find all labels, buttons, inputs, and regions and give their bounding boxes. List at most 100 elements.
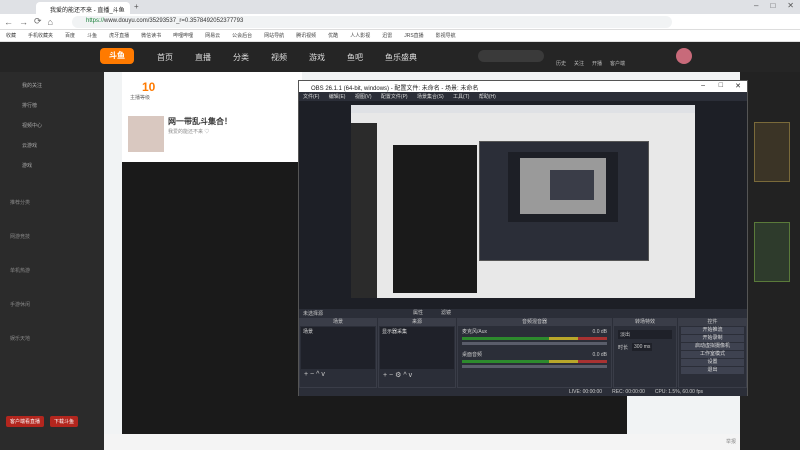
bookmark-item[interactable]: 哔哩哔哩 <box>173 32 193 39</box>
report-link[interactable]: 举报 <box>726 438 736 445</box>
down-icon[interactable]: v <box>409 372 413 379</box>
up-icon[interactable]: ^ <box>316 371 319 378</box>
mixer-channel-name: 麦克风/Aux <box>462 329 488 335</box>
promo-badge[interactable] <box>754 222 790 282</box>
obs-menu-item[interactable]: 帮助(H) <box>479 94 496 100</box>
browser-tab[interactable]: 我爱的能还不来 - 直播_斗鱼 <box>36 2 130 14</box>
site-search-input[interactable] <box>478 50 544 62</box>
bookmark-item[interactable]: 腾讯视频 <box>296 32 316 39</box>
obs-close-icon[interactable]: ✕ <box>735 82 741 90</box>
site-logo[interactable]: 斗鱼 <box>100 48 134 64</box>
reload-icon[interactable]: ⟳ <box>34 16 42 27</box>
add-icon[interactable]: + <box>383 372 387 379</box>
sidebar-section: 娱乐天地 <box>10 336 31 342</box>
bookmark-item[interactable]: 迅雷 <box>382 32 392 39</box>
nav-video[interactable]: 视频 <box>271 52 287 63</box>
transition-select[interactable]: 淡出 <box>618 330 672 339</box>
new-tab-icon[interactable]: + <box>134 2 139 11</box>
broadcast-link[interactable]: 开播 <box>592 60 602 67</box>
mixer-channel-db: 0.0 dB <box>592 328 607 335</box>
nav-yuba[interactable]: 鱼吧 <box>347 52 363 63</box>
audio-meter <box>462 360 607 363</box>
bookmark-item[interactable]: 斗鱼 <box>87 32 97 39</box>
obs-minimize-icon[interactable]: – <box>701 82 705 89</box>
bookmark-item[interactable]: 公会后台 <box>232 32 252 39</box>
bookmark-item[interactable]: 手机收藏夹 <box>28 32 53 39</box>
bookmark-item[interactable]: JRS直播 <box>404 32 423 39</box>
exit-button[interactable]: 退出 <box>681 367 744 374</box>
obs-maximize-icon[interactable]: □ <box>719 82 723 89</box>
properties-button[interactable]: 属性 <box>413 309 423 316</box>
bookmark-item[interactable]: 人人影视 <box>350 32 370 39</box>
down-icon[interactable]: v <box>321 371 325 378</box>
source-toolbar: 未选择源 属性 滤镜 <box>299 309 747 317</box>
start-streaming-button[interactable]: 开始推流 <box>681 327 744 334</box>
controls-dock-title: 控件 <box>679 319 746 326</box>
remove-icon[interactable]: − <box>389 372 393 379</box>
forward-icon[interactable]: → <box>19 17 28 27</box>
obs-menu-item[interactable]: 编辑(E) <box>329 94 346 100</box>
bookmark-item[interactable]: 网易云 <box>205 32 220 39</box>
minimize-icon[interactable]: – <box>754 1 758 10</box>
follow-link[interactable]: 关注 <box>574 60 584 67</box>
bookmark-item[interactable]: 优酷 <box>328 32 338 39</box>
cpu-status: CPU: 1.5%, 60.00 fps <box>654 389 703 395</box>
sidebar-item-rank[interactable]: 排行榜 <box>22 96 104 116</box>
app-download-button[interactable]: 下载斗鱼 <box>50 416 79 427</box>
nested-sidebar <box>351 123 377 298</box>
nested-browser-bar <box>351 105 695 113</box>
scene-item[interactable]: 场景 <box>303 328 373 335</box>
browser-tab-bar: 我爱的能还不来 - 直播_斗鱼 + – □ ✕ <box>0 0 800 14</box>
maximize-icon[interactable]: □ <box>770 1 775 10</box>
client-link[interactable]: 客户端 <box>610 60 625 67</box>
obs-title: OBS 26.1.1 (64-bit, windows) - 配置文件: 未命名… <box>311 86 479 92</box>
avatar[interactable] <box>676 48 692 64</box>
filters-button[interactable]: 滤镜 <box>441 309 451 316</box>
bookmark-item[interactable]: 百度 <box>65 32 75 39</box>
promo-badge[interactable] <box>754 122 790 182</box>
volume-slider[interactable] <box>462 365 607 368</box>
bookmark-item[interactable]: 微信读书 <box>141 32 161 39</box>
duration-input[interactable]: 300 ms <box>632 343 653 351</box>
obs-menu-item[interactable]: 文件(F) <box>303 94 319 100</box>
virtual-camera-button[interactable]: 启动虚拟摄像机 <box>681 343 744 350</box>
volume-slider[interactable] <box>462 342 607 345</box>
sidebar-section: 推荐分类 <box>10 200 31 206</box>
settings-button[interactable]: 设置 <box>681 359 744 366</box>
remove-icon[interactable]: − <box>310 371 314 378</box>
bookmark-item[interactable]: 网站导航 <box>264 32 284 39</box>
room-cover <box>128 116 164 152</box>
up-icon[interactable]: ^ <box>403 372 406 379</box>
source-item[interactable]: 显示器采集 <box>382 328 452 335</box>
back-icon[interactable]: ← <box>4 17 13 27</box>
bookmark-item[interactable]: 虎牙直播 <box>109 32 129 39</box>
obs-preview[interactable] <box>299 101 747 309</box>
close-icon[interactable]: ✕ <box>787 1 794 10</box>
start-recording-button[interactable]: 开始录制 <box>681 335 744 342</box>
nav-festival[interactable]: 鱼乐盛典 <box>385 52 417 63</box>
sidebar-item-video[interactable]: 视频中心 <box>22 116 104 136</box>
sidebar-item-game[interactable]: 游戏 <box>22 156 104 176</box>
home-icon[interactable]: ⌂ <box>48 17 53 27</box>
obs-menu-item[interactable]: 场景集合(S) <box>417 94 444 100</box>
obs-menu-item[interactable]: 配置文件(P) <box>381 94 408 100</box>
nested-video <box>393 145 477 293</box>
obs-window[interactable]: OBS 26.1.1 (64-bit, windows) - 配置文件: 未命名… <box>298 80 748 396</box>
history-link[interactable]: 历史 <box>556 60 566 67</box>
address-bar[interactable]: https://www.douyu.com/35293537_r=0.35784… <box>72 16 672 28</box>
sidebar-item-follow[interactable]: 我的关注 <box>22 76 104 96</box>
nav-category[interactable]: 分类 <box>233 52 249 63</box>
nav-game[interactable]: 游戏 <box>309 52 325 63</box>
client-download-button[interactable]: 客户端看直播 <box>6 416 45 427</box>
gear-icon[interactable]: ⚙ <box>395 372 401 379</box>
add-icon[interactable]: + <box>304 371 308 378</box>
nav-live[interactable]: 直播 <box>195 52 211 63</box>
obs-menu-item[interactable]: 工具(T) <box>453 94 469 100</box>
bookmark-item[interactable]: 收藏 <box>6 32 16 39</box>
obs-menu-item[interactable]: 视图(V) <box>355 94 372 100</box>
bookmark-item[interactable]: 影视导航 <box>436 32 456 39</box>
studio-mode-button[interactable]: 工作室模式 <box>681 351 744 358</box>
nav-home[interactable]: 首页 <box>157 52 173 63</box>
sidebar-item-cloud[interactable]: 云游戏 <box>22 136 104 156</box>
sources-list: 显示器采集 <box>380 327 454 369</box>
